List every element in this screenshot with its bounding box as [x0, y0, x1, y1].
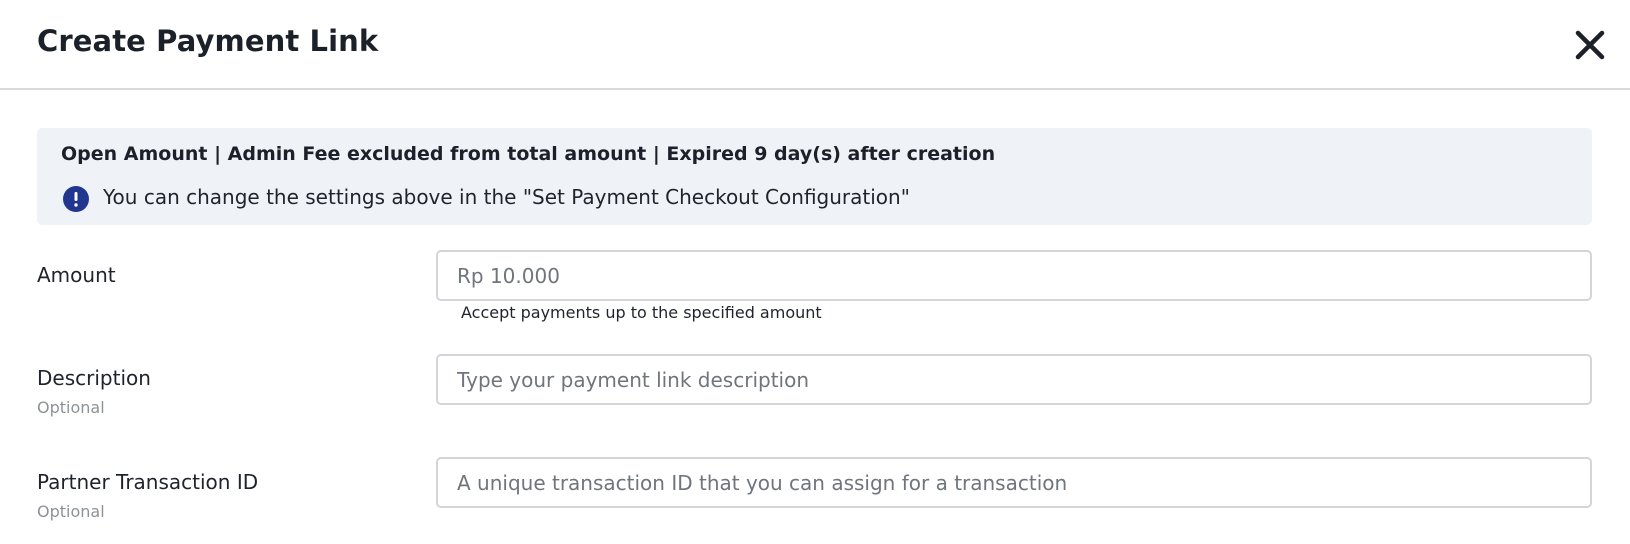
close-button[interactable]	[1573, 28, 1607, 62]
amount-label: Amount	[37, 263, 116, 287]
amount-field-wrapper	[436, 250, 1592, 301]
notice-summary: Open Amount | Admin Fee excluded from to…	[61, 143, 996, 165]
description-label: Description	[37, 366, 151, 390]
partner-transaction-id-label: Partner Transaction ID	[37, 470, 259, 494]
description-input[interactable]	[438, 356, 1590, 403]
partner-transaction-id-optional-label: Optional	[37, 502, 105, 521]
amount-helper-text: Accept payments up to the specified amou…	[461, 303, 822, 322]
description-optional-label: Optional	[37, 398, 105, 417]
create-payment-link-modal: Create Payment Link Open Amount | Admin …	[0, 0, 1630, 544]
close-icon	[1575, 30, 1605, 60]
partner-transaction-id-input[interactable]	[438, 459, 1590, 506]
exclamation-circle-icon	[63, 186, 89, 212]
description-field-wrapper	[436, 354, 1592, 405]
partner-transaction-id-field-wrapper	[436, 457, 1592, 508]
configuration-notice: Open Amount | Admin Fee excluded from to…	[37, 128, 1592, 225]
notice-message: You can change the settings above in the…	[103, 185, 910, 209]
modal-title: Create Payment Link	[37, 24, 379, 58]
modal-header: Create Payment Link	[0, 0, 1630, 90]
amount-input[interactable]	[438, 252, 1590, 299]
